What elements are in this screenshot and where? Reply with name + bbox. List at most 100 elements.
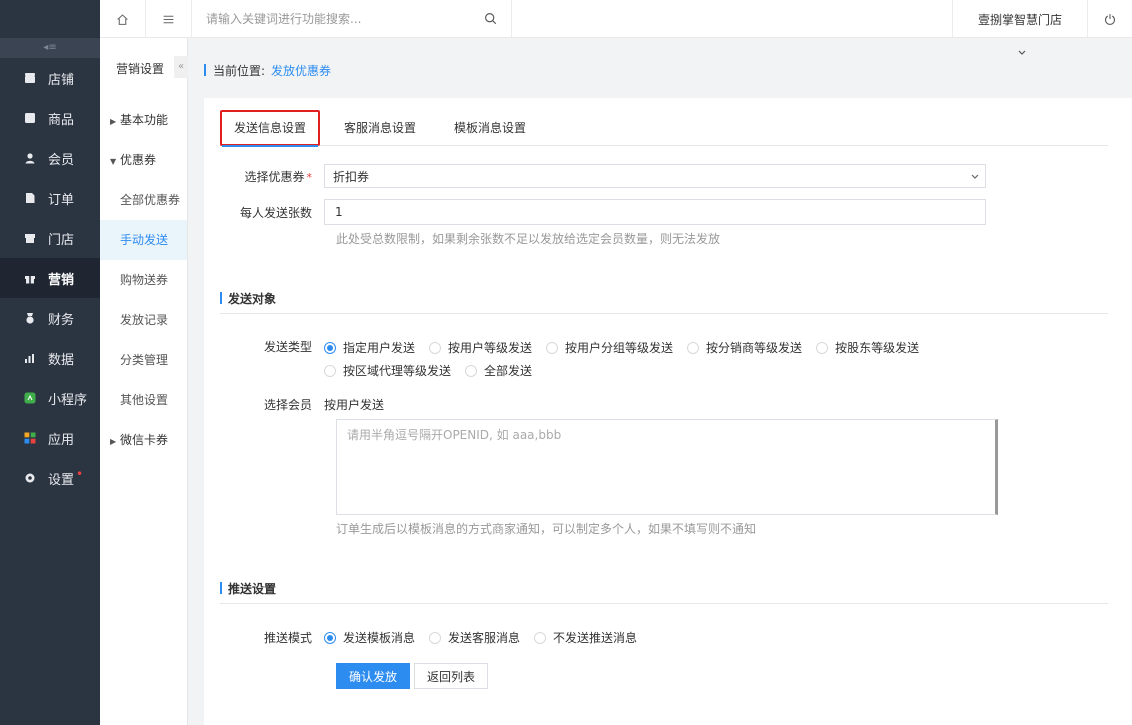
send-type-option-1[interactable]: 按用户等级发送: [429, 336, 532, 359]
subnav-item-5[interactable]: 发放记录: [100, 300, 187, 340]
nav-item-3[interactable]: 订单: [0, 178, 100, 218]
nav-item-label: 门店: [48, 232, 75, 248]
subnav-item-1[interactable]: ▼ 优惠券: [100, 140, 187, 180]
push-mode-option-0[interactable]: 发送模板消息: [324, 626, 415, 649]
data-icon: [24, 352, 36, 364]
subnav-item-0[interactable]: ▶ 基本功能: [100, 100, 187, 140]
tab-1[interactable]: 客服消息设置: [330, 110, 430, 146]
caret-down-icon: ▼: [110, 157, 117, 166]
radio-label: 按区域代理等级发送: [343, 364, 452, 378]
search-icon[interactable]: [484, 12, 497, 25]
send-type-option-6[interactable]: 全部发送: [465, 359, 532, 382]
search-input[interactable]: [206, 12, 476, 26]
nav-item-0[interactable]: 店铺: [0, 58, 100, 98]
push-mode-option-2[interactable]: 不发送推送消息: [534, 626, 637, 649]
subnav-item-8[interactable]: ▶ 微信卡券: [100, 420, 187, 460]
function-search: [192, 0, 512, 38]
breadcrumb-current[interactable]: 发放优惠券: [271, 62, 331, 79]
breadcrumb-label: 当前位置:: [213, 63, 266, 78]
menu-toggle-button[interactable]: [146, 0, 192, 38]
nav-item-8[interactable]: 小程序: [0, 378, 100, 418]
subnav-item-6[interactable]: 分类管理: [100, 340, 187, 380]
nav-item-label: 小程序: [48, 392, 88, 408]
subnav-item-7[interactable]: 其他设置: [100, 380, 187, 420]
member-row: 选择会员 按用户发送: [204, 396, 384, 413]
subnav-item-3[interactable]: 手动发送: [100, 220, 187, 260]
hamburger-icon: [163, 15, 174, 23]
back-to-list-button[interactable]: 返回列表: [414, 663, 489, 689]
send-type-option-4[interactable]: 按股东等级发送: [816, 336, 919, 359]
nav-item-1[interactable]: 商品: [0, 98, 100, 138]
push-mode-option-1[interactable]: 发送客服消息: [429, 626, 520, 649]
logo-area: [0, 0, 100, 38]
breadcrumb-marker: [204, 64, 206, 76]
shop-icon: [24, 232, 36, 244]
nav-item-4[interactable]: 门店: [0, 218, 100, 258]
nav-item-9[interactable]: 应用: [0, 418, 100, 458]
chevron-down-icon[interactable]: [1018, 50, 1026, 56]
radio-label: 按用户等级发送: [448, 341, 533, 355]
tab-2[interactable]: 模板消息设置: [440, 110, 540, 146]
store-name[interactable]: 壹捌掌智慧门店: [952, 0, 1088, 38]
member-icon: [24, 152, 36, 164]
confirm-send-button[interactable]: 确认发放: [336, 663, 411, 689]
member-label: 选择会员: [263, 398, 312, 412]
push-mode-row: 推送模式 发送模板消息 发送客服消息 不发送推送消息: [204, 626, 964, 649]
push-mode-radio-group: 发送模板消息 发送客服消息 不发送推送消息: [324, 626, 964, 649]
coupon-send-form-card: 发送信息设置客服消息设置模板消息设置 选择优惠券* 折扣券 每人发送张数 此处受…: [204, 98, 1132, 725]
send-type-label: 发送类型: [263, 340, 312, 354]
radio-label: 按股东等级发送: [835, 341, 920, 355]
section-push-title: 推送设置: [228, 582, 277, 596]
radio-circle[interactable]: [429, 631, 442, 644]
tab-0[interactable]: 发送信息设置: [220, 110, 321, 147]
caret-right-icon: ▶: [110, 117, 117, 126]
send-type-option-2[interactable]: 按用户分组等级发送: [546, 336, 673, 359]
finance-icon: [24, 312, 36, 324]
subnav-item-4[interactable]: 购物送券: [100, 260, 187, 300]
logout-button[interactable]: [1088, 0, 1132, 38]
nav-item-10[interactable]: 设置 •: [0, 458, 100, 498]
nav-item-label: 会员: [48, 152, 75, 168]
radio-label: 按用户分组等级发送: [565, 341, 674, 355]
sidebar-collapse-toggle[interactable]: ◂≡: [0, 38, 100, 58]
store-icon: [24, 72, 36, 84]
radio-circle[interactable]: [324, 631, 336, 644]
radio-circle[interactable]: [687, 341, 700, 354]
radio-circle[interactable]: [324, 364, 336, 377]
coupon-select[interactable]: 折扣券: [324, 164, 986, 188]
subnav-item-label: 其他设置: [120, 393, 169, 407]
radio-circle[interactable]: [465, 364, 478, 377]
nav-item-6[interactable]: 财务: [0, 298, 100, 338]
subnav-item-2[interactable]: 全部优惠券: [100, 180, 187, 220]
nav-item-2[interactable]: 会员: [0, 138, 100, 178]
push-mode-label: 推送模式: [263, 631, 312, 645]
radio-circle[interactable]: [534, 631, 547, 644]
subnav-fold-button[interactable]: «: [174, 56, 188, 78]
radio-circle[interactable]: [816, 341, 829, 354]
radio-circle[interactable]: [324, 341, 336, 354]
nav-item-label: 设置: [48, 472, 75, 488]
radio-circle[interactable]: [429, 341, 442, 354]
radio-circle[interactable]: [546, 341, 559, 354]
send-type-option-3[interactable]: 按分销商等级发送: [687, 336, 802, 359]
count-input[interactable]: [324, 199, 986, 225]
send-type-option-0[interactable]: 指定用户发送: [324, 336, 415, 359]
section-target: 发送对象: [220, 292, 1108, 314]
radio-label: 不发送推送消息: [553, 631, 638, 645]
top-header: 壹捌掌智慧门店: [100, 0, 1132, 38]
gift-icon: [24, 272, 36, 284]
openid-textarea[interactable]: [336, 419, 998, 515]
send-type-option-5[interactable]: 按区域代理等级发送: [324, 359, 451, 382]
home-button[interactable]: [100, 0, 146, 38]
count-row: 每人发送张数: [204, 199, 986, 225]
breadcrumb: 当前位置: 发放优惠券: [204, 62, 331, 78]
nav-item-label: 商品: [48, 112, 75, 128]
section-push: 推送设置: [220, 582, 1108, 604]
nav-item-7[interactable]: 数据: [0, 338, 100, 378]
subnav-item-label: 基本功能: [120, 113, 169, 127]
form-tabs: 发送信息设置 客服消息设置 模板消息设置: [220, 110, 1108, 147]
nav-item-label: 营销: [48, 272, 75, 288]
nav-item-label: 应用: [48, 432, 75, 448]
nav-item-5[interactable]: 营销: [0, 258, 100, 298]
subnav-item-label: 发放记录: [120, 313, 169, 327]
